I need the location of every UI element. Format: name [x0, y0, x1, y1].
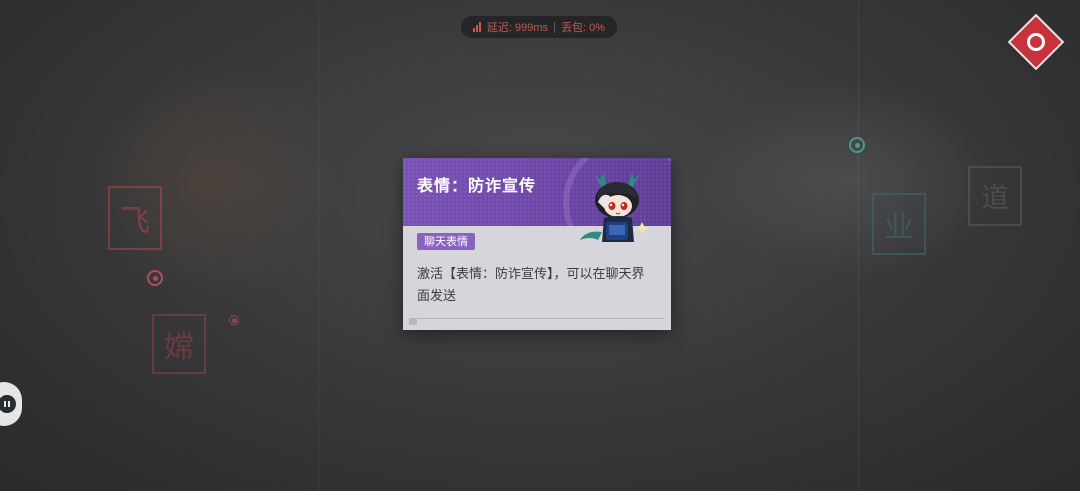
background-line	[858, 0, 859, 491]
chat-icon	[0, 395, 16, 413]
background-glow-left	[80, 60, 340, 300]
seal-decoration: 飞	[108, 186, 162, 250]
card-footer	[409, 318, 665, 325]
corner-logo-icon[interactable]	[1007, 13, 1065, 71]
signal-icon	[472, 22, 481, 32]
latency-text: 延迟: 999ms	[486, 22, 549, 34]
card-title: 表情：防诈宣传	[417, 176, 537, 195]
network-status: 延迟: 999ms 丢包: 0%	[461, 16, 617, 38]
map-node-icon	[229, 315, 239, 325]
seal-decoration: 嫦	[152, 314, 206, 374]
divider	[554, 21, 556, 33]
item-tag: 聊天表情	[417, 233, 475, 250]
chibi-character-sticker	[580, 172, 648, 242]
background-line	[318, 0, 319, 491]
corner-logo-ring	[1027, 33, 1045, 51]
item-description: 激活【表情：防诈宣传】，可以在聊天界面发送	[417, 267, 645, 304]
packet-loss-text: 丢包: 0%	[561, 22, 606, 34]
seal-decoration: 业	[872, 193, 926, 255]
map-node-icon	[147, 270, 163, 286]
seal-decoration: 道	[968, 166, 1022, 226]
map-node-icon	[849, 137, 865, 153]
background-glow-right	[700, 80, 1000, 280]
chat-button[interactable]	[0, 382, 22, 426]
